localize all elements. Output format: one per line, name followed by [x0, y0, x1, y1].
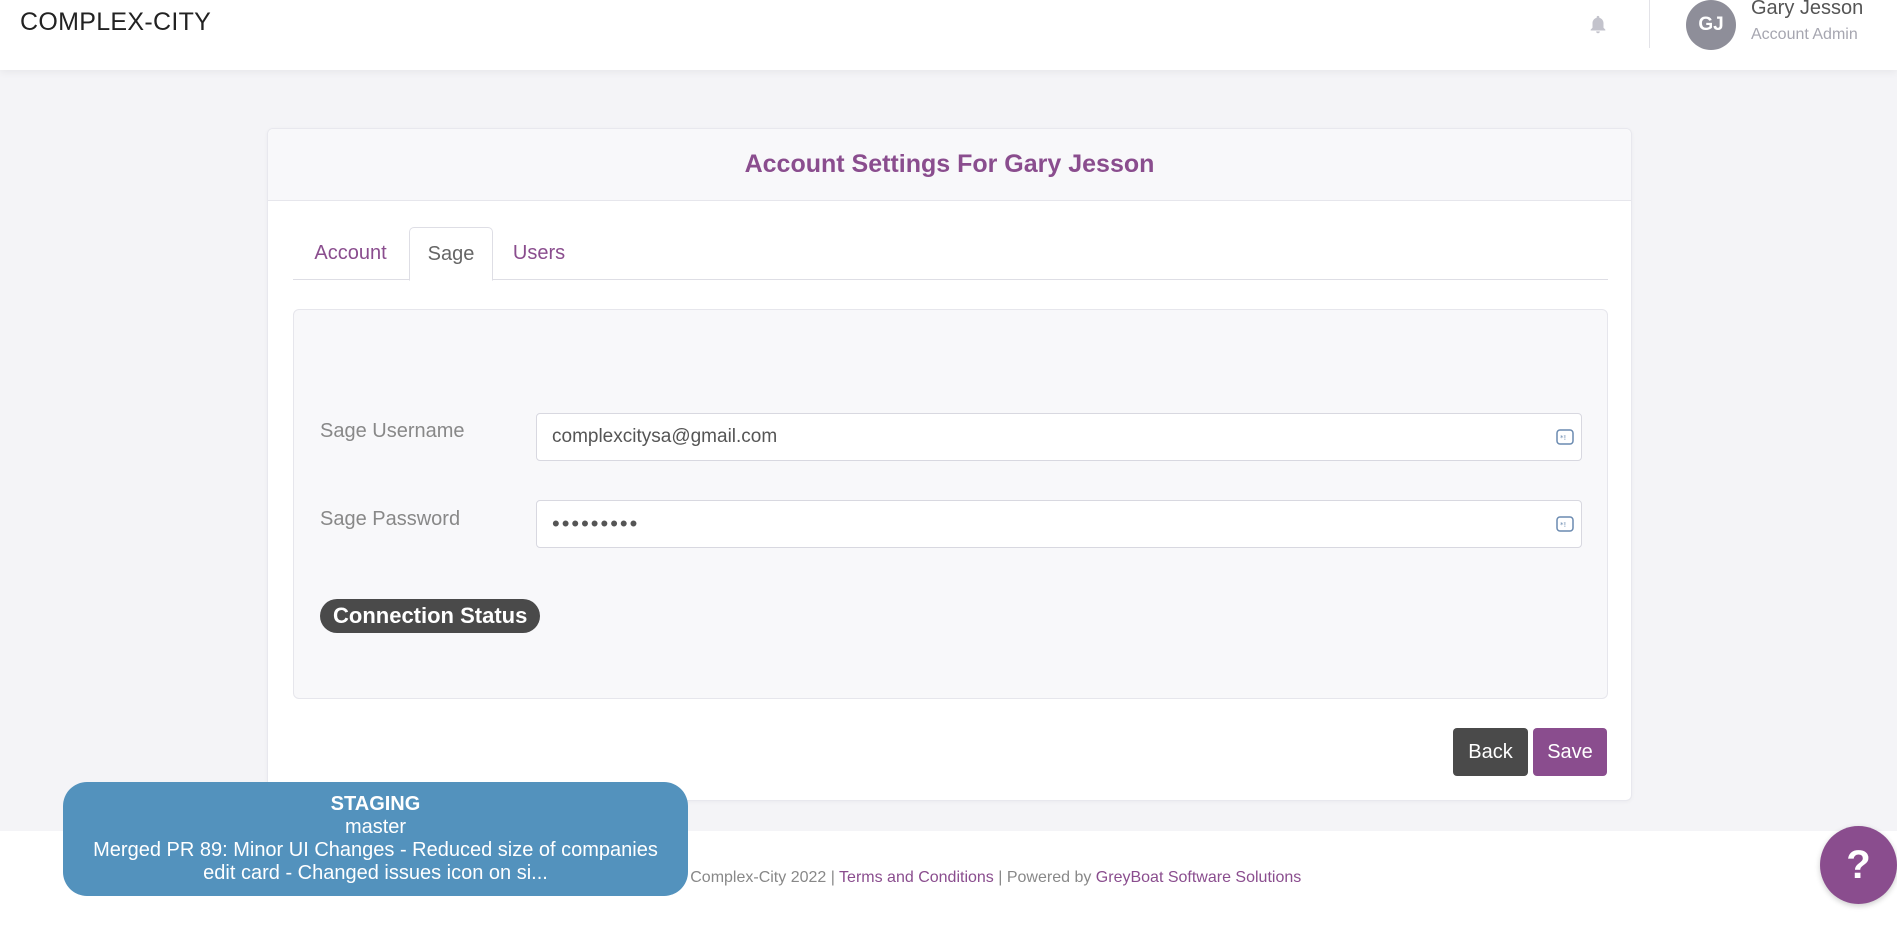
account-settings-card: Account Settings For Gary Jesson Account…: [267, 128, 1632, 801]
password-manager-icon[interactable]: *!: [1556, 515, 1574, 533]
svg-text:*!: *!: [1560, 434, 1566, 442]
tab-sage[interactable]: Sage: [409, 227, 493, 281]
save-button[interactable]: Save: [1533, 728, 1607, 776]
staging-banner: STAGING master Merged PR 89: Minor UI Ch…: [63, 782, 688, 896]
staging-commit-line-2: edit card - Changed issues icon on si...: [203, 862, 548, 884]
staging-commit-line-1: Merged PR 89: Minor UI Changes - Reduced…: [93, 839, 658, 861]
sage-username-label: Sage Username: [320, 420, 465, 442]
connection-status-badge[interactable]: Connection Status: [320, 599, 541, 633]
sage-settings-panel: Sage Username *! Sage Password *! Connec…: [293, 309, 1608, 699]
top-navbar: COMPLEX-CITY GJ Gary Jesson Account Admi…: [0, 0, 1897, 70]
staging-branch: master: [344, 816, 407, 838]
brand-logo[interactable]: COMPLEX-CITY: [20, 8, 211, 37]
help-button[interactable]: ?: [1820, 826, 1897, 904]
question-mark-icon: ?: [1846, 842, 1871, 887]
staging-env-label: STAGING: [330, 793, 421, 815]
svg-text:*!: *!: [1560, 521, 1566, 529]
header-divider: [1649, 0, 1650, 48]
user-name[interactable]: Gary Jesson: [1751, 0, 1863, 20]
bell-icon[interactable]: [1587, 12, 1609, 38]
avatar[interactable]: GJ: [1686, 0, 1736, 50]
footer-text: © Complex-City 2022 | Terms and Conditio…: [674, 869, 1301, 887]
sage-username-input[interactable]: [536, 413, 1582, 461]
greyboat-link[interactable]: GreyBoat Software Solutions: [1096, 869, 1301, 886]
terms-link[interactable]: Terms and Conditions: [839, 869, 994, 886]
footer-copyright: © Complex-City 2022 |: [674, 869, 835, 886]
page-title: Account Settings For Gary Jesson: [744, 150, 1155, 178]
back-button[interactable]: Back: [1453, 728, 1528, 776]
tab-bar: Account Sage Users: [293, 227, 1608, 281]
footer-powered-prefix: | Powered by: [998, 869, 1092, 886]
card-header: Account Settings For Gary Jesson: [268, 129, 1631, 201]
sage-password-input[interactable]: [536, 500, 1582, 548]
user-role: Account Admin: [1751, 26, 1858, 43]
tab-users[interactable]: Users: [493, 227, 585, 280]
sage-password-label: Sage Password: [320, 508, 461, 530]
password-manager-icon[interactable]: *!: [1556, 428, 1574, 446]
tab-account[interactable]: Account: [293, 227, 408, 280]
